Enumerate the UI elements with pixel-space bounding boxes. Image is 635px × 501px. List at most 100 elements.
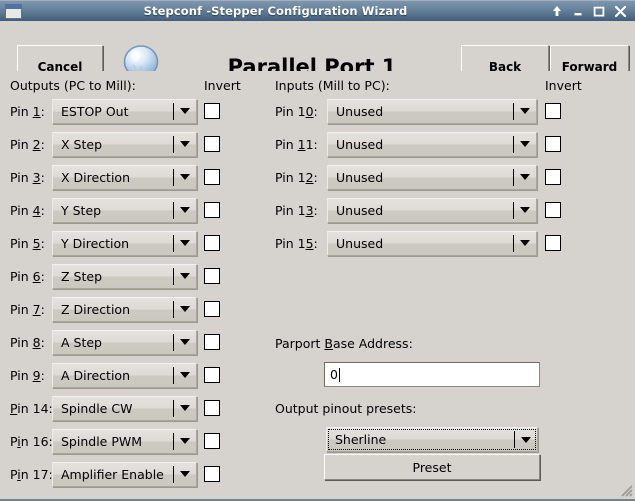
input-pin-row: Pin 13:Unused bbox=[275, 197, 537, 223]
output-pin-row: Pin 2:X Step bbox=[10, 131, 197, 157]
preset-select[interactable]: Sherline bbox=[326, 427, 538, 452]
output-pin-select[interactable]: X Step bbox=[52, 132, 197, 157]
output-pin-row: Pin 3:X Direction bbox=[10, 164, 197, 190]
output-pin-select[interactable]: A Direction bbox=[52, 363, 197, 388]
chevron-down-icon bbox=[174, 141, 196, 147]
input-invert-checkbox[interactable] bbox=[545, 235, 561, 251]
input-pin-select-value: Unused bbox=[328, 137, 513, 152]
output-pin-select[interactable]: Spindle CW bbox=[52, 396, 197, 421]
parport-base-address-value: 0 bbox=[330, 367, 338, 382]
input-invert-checkbox[interactable] bbox=[545, 202, 561, 218]
output-pin-select[interactable]: ESTOP Out bbox=[52, 99, 197, 124]
wizard-header: Cancel bbox=[0, 21, 635, 71]
output-invert-checkbox[interactable] bbox=[204, 400, 220, 416]
input-pin-label: Pin 15: bbox=[275, 236, 327, 251]
output-pin-label: Pin 4: bbox=[10, 203, 52, 218]
output-pin-label: Pin 3: bbox=[10, 170, 52, 185]
input-pin-label: Pin 11: bbox=[275, 137, 327, 152]
output-pin-select-value: ESTOP Out bbox=[53, 104, 173, 119]
output-pin-select-value: Y Step bbox=[53, 203, 173, 218]
close-icon[interactable] bbox=[614, 5, 626, 18]
input-invert-checkbox[interactable] bbox=[545, 136, 561, 152]
input-pin-select[interactable]: Unused bbox=[327, 132, 537, 157]
output-invert-checkbox[interactable] bbox=[204, 169, 220, 185]
output-pin-row: Pin 8:A Step bbox=[10, 329, 197, 355]
inputs-heading: Inputs (Mill to PC): bbox=[275, 78, 390, 93]
output-pin-select[interactable]: Y Step bbox=[52, 198, 197, 223]
output-pin-select-value: Y Direction bbox=[53, 236, 173, 251]
output-pin-label: Pin 6: bbox=[10, 269, 52, 284]
input-pin-row: Pin 11:Unused bbox=[275, 131, 537, 157]
chevron-down-icon bbox=[514, 174, 536, 180]
input-pin-select[interactable]: Unused bbox=[327, 198, 537, 223]
output-pin-select-value: A Step bbox=[53, 335, 173, 350]
output-pin-label: Pin 17: bbox=[10, 467, 52, 482]
chevron-down-icon bbox=[514, 141, 536, 147]
output-pin-label: Pin 2: bbox=[10, 137, 52, 152]
outputs-heading: Outputs (PC to Mill): bbox=[10, 78, 136, 93]
output-invert-checkbox[interactable] bbox=[204, 103, 220, 119]
minimize-icon[interactable] bbox=[572, 5, 584, 18]
chevron-down-icon bbox=[174, 174, 196, 180]
output-pin-label: Pin 8: bbox=[10, 335, 52, 350]
maximize-icon[interactable] bbox=[593, 5, 605, 18]
input-pin-select[interactable]: Unused bbox=[327, 99, 537, 124]
input-pin-row: Pin 15:Unused bbox=[275, 230, 537, 256]
output-pin-select[interactable]: Z Direction bbox=[52, 297, 197, 322]
output-pin-select[interactable]: A Step bbox=[52, 330, 197, 355]
output-pin-select[interactable]: Amplifier Enable bbox=[52, 462, 197, 487]
chevron-down-icon bbox=[514, 207, 536, 213]
chevron-down-icon bbox=[174, 339, 196, 345]
preset-button[interactable]: Preset bbox=[324, 454, 540, 480]
window-controls bbox=[551, 5, 626, 18]
output-invert-checkbox[interactable] bbox=[204, 202, 220, 218]
output-invert-checkbox[interactable] bbox=[204, 136, 220, 152]
input-invert-checkbox[interactable] bbox=[545, 169, 561, 185]
window-icon bbox=[5, 4, 22, 19]
output-pin-select[interactable]: Spindle PWM bbox=[52, 429, 197, 454]
inputs-invert-heading: Invert bbox=[545, 78, 582, 93]
output-invert-checkbox[interactable] bbox=[204, 466, 220, 482]
parport-base-address-label-text: Parport Base Address: bbox=[275, 336, 413, 351]
parport-base-address-input[interactable]: 0 bbox=[324, 362, 540, 387]
shade-up-icon[interactable] bbox=[551, 5, 563, 18]
output-pin-label: Pin 7: bbox=[10, 302, 52, 317]
text-caret bbox=[339, 368, 340, 382]
chevron-down-icon bbox=[174, 207, 196, 213]
output-invert-checkbox[interactable] bbox=[204, 334, 220, 350]
output-pin-select[interactable]: X Direction bbox=[52, 165, 197, 190]
output-pin-select-value: X Step bbox=[53, 137, 173, 152]
stepconf-window: Stepconf -Stepper Configuration Wizard bbox=[0, 0, 635, 501]
input-pin-select-value: Unused bbox=[328, 104, 513, 119]
chevron-down-icon bbox=[174, 108, 196, 114]
output-pin-select-value: Amplifier Enable bbox=[53, 467, 173, 482]
input-pin-select[interactable]: Unused bbox=[327, 231, 537, 256]
chevron-down-icon bbox=[174, 438, 196, 444]
output-pin-select-value: A Direction bbox=[53, 368, 173, 383]
output-invert-checkbox[interactable] bbox=[204, 235, 220, 251]
outputs-invert-heading: Invert bbox=[204, 78, 241, 93]
output-invert-checkbox[interactable] bbox=[204, 301, 220, 317]
resize-grip[interactable] bbox=[618, 482, 633, 497]
preset-select-value: Sherline bbox=[327, 432, 514, 447]
output-invert-checkbox[interactable] bbox=[204, 268, 220, 284]
output-pin-row: Pin 16:Spindle PWM bbox=[10, 428, 197, 454]
output-invert-checkbox[interactable] bbox=[204, 433, 220, 449]
parallel-port-panel: Outputs (PC to Mill): Invert Inputs (Mil… bbox=[0, 71, 635, 501]
output-pin-select[interactable]: Y Direction bbox=[52, 231, 197, 256]
output-pin-select-value: Z Direction bbox=[53, 302, 173, 317]
input-invert-checkbox[interactable] bbox=[545, 103, 561, 119]
output-pin-label: Pin 9: bbox=[10, 368, 52, 383]
chevron-down-icon bbox=[174, 405, 196, 411]
output-pin-label: Pin 16: bbox=[10, 434, 52, 449]
output-pin-select-value: Spindle CW bbox=[53, 401, 173, 416]
output-pin-row: Pin 17:Amplifier Enable bbox=[10, 461, 197, 487]
output-pin-select[interactable]: Z Step bbox=[52, 264, 197, 289]
output-pin-select-value: X Direction bbox=[53, 170, 173, 185]
output-invert-checkbox[interactable] bbox=[204, 367, 220, 383]
window-titlebar: Stepconf -Stepper Configuration Wizard bbox=[0, 0, 635, 21]
parport-base-address-label: Parport Base Address: bbox=[275, 336, 413, 351]
output-pin-row: Pin 6:Z Step bbox=[10, 263, 197, 289]
output-pinout-presets-label: Output pinout presets: bbox=[275, 401, 417, 416]
input-pin-select[interactable]: Unused bbox=[327, 165, 537, 190]
